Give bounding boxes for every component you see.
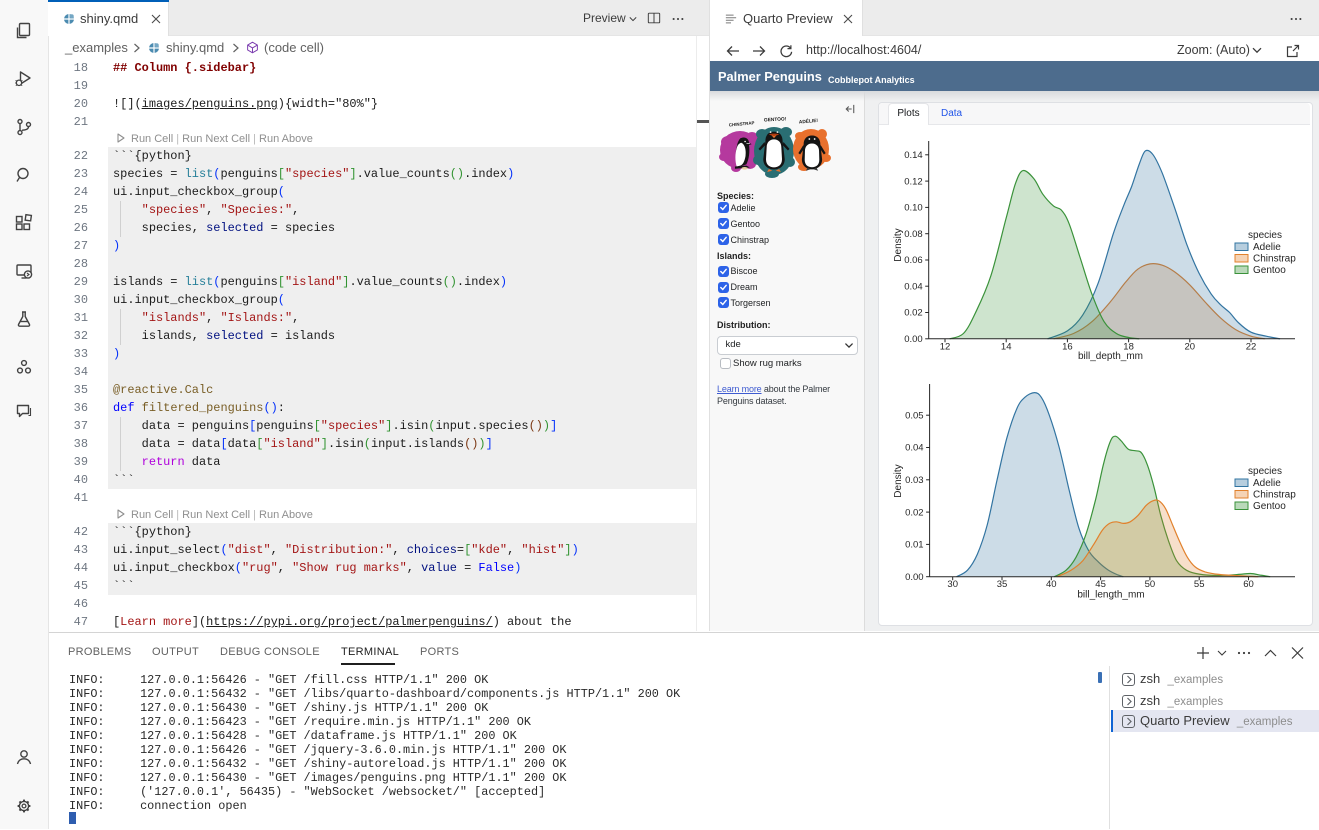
svg-text:0.08: 0.08 xyxy=(904,229,923,240)
svg-text:60: 60 xyxy=(1243,579,1254,590)
svg-text:55: 55 xyxy=(1194,579,1205,590)
svg-text:CHINSTRAP: CHINSTRAP xyxy=(729,120,755,127)
svg-text:0.02: 0.02 xyxy=(905,507,924,518)
svg-text:0.00: 0.00 xyxy=(905,572,924,583)
svg-text:0.01: 0.01 xyxy=(905,540,924,551)
svg-text:22: 22 xyxy=(1246,341,1257,352)
svg-text:0.02: 0.02 xyxy=(904,308,923,319)
svg-text:50: 50 xyxy=(1145,579,1156,590)
svg-text:GENTOO!: GENTOO! xyxy=(764,116,787,123)
svg-text:Density: Density xyxy=(893,464,904,497)
svg-text:0.14: 0.14 xyxy=(904,150,923,161)
svg-text:12: 12 xyxy=(940,341,951,352)
svg-text:14: 14 xyxy=(1001,341,1012,352)
svg-text:species: species xyxy=(1248,466,1282,477)
svg-text:Gentoo: Gentoo xyxy=(1253,501,1286,512)
svg-text:Adelie: Adelie xyxy=(1253,478,1281,489)
svg-text:0.10: 0.10 xyxy=(904,203,923,214)
svg-text:Chinstrap: Chinstrap xyxy=(1253,490,1296,501)
svg-text:Adelie: Adelie xyxy=(1253,242,1281,253)
svg-text:0.03: 0.03 xyxy=(905,475,924,486)
svg-text:0.04: 0.04 xyxy=(905,443,924,454)
svg-text:16: 16 xyxy=(1062,341,1073,352)
svg-text:20: 20 xyxy=(1185,341,1196,352)
svg-text:0.05: 0.05 xyxy=(905,410,924,421)
svg-text:0.00: 0.00 xyxy=(904,334,923,345)
svg-text:40: 40 xyxy=(1046,579,1057,590)
svg-text:30: 30 xyxy=(947,579,958,590)
svg-text:ADÉLIE!: ADÉLIE! xyxy=(798,116,818,126)
svg-text:0.12: 0.12 xyxy=(904,176,923,187)
svg-text:Gentoo: Gentoo xyxy=(1253,265,1286,276)
svg-text:Density: Density xyxy=(893,228,904,261)
svg-text:35: 35 xyxy=(997,579,1008,590)
svg-text:0.04: 0.04 xyxy=(904,281,923,292)
svg-text:bill_depth_mm: bill_depth_mm xyxy=(1078,351,1143,362)
svg-text:species: species xyxy=(1248,230,1282,241)
svg-text:bill_length_mm: bill_length_mm xyxy=(1077,590,1144,601)
svg-text:Chinstrap: Chinstrap xyxy=(1253,254,1296,265)
svg-text:0.06: 0.06 xyxy=(904,255,923,266)
